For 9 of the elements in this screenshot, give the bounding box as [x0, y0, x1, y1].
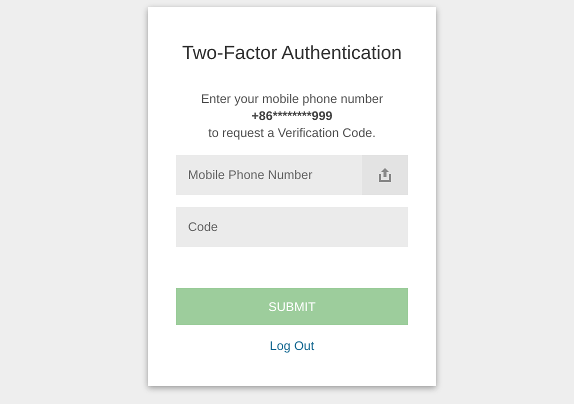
- phone-input-field[interactable]: Mobile Phone Number: [176, 155, 362, 195]
- instruction-text: to request a Verification Code.: [208, 125, 376, 142]
- instruction-text: Enter your mobile phone number: [200, 91, 384, 108]
- dialog-title: Two-Factor Authentication: [182, 43, 402, 65]
- log-out-link[interactable]: Log Out: [270, 339, 314, 353]
- share-icon: [379, 168, 391, 182]
- phone-number: +86********999: [252, 108, 332, 125]
- code-input-field[interactable]: Code: [176, 207, 408, 247]
- send-button[interactable]: [362, 155, 408, 195]
